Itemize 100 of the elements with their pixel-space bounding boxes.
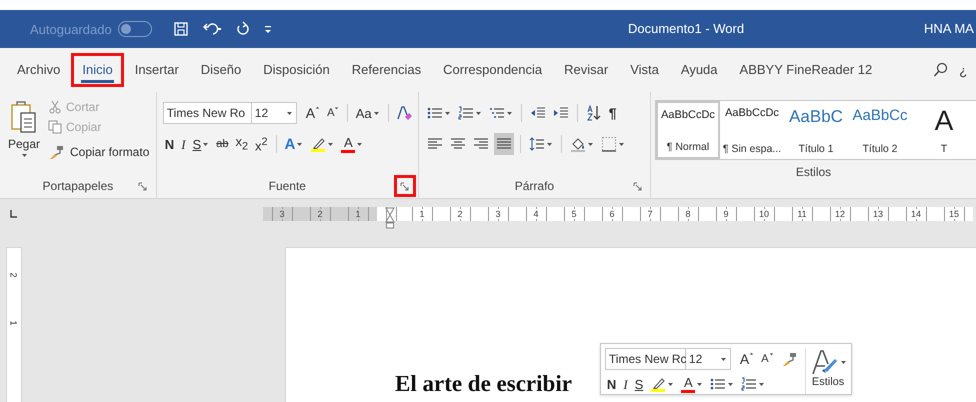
style-option[interactable]: AaBbCc Título 2: [848, 101, 912, 159]
autosave-label: Autoguardado: [30, 22, 112, 36]
paint-bucket-icon: [570, 136, 586, 152]
justify-button[interactable]: [494, 133, 514, 155]
tab-selector-button[interactable]: [8, 209, 18, 219]
caret-icon: [840, 359, 847, 365]
ruler-number: 3: [493, 209, 502, 219]
text-effects-button[interactable]: A: [282, 133, 306, 155]
ruler-number: 1: [353, 209, 362, 219]
align-left-icon: [426, 137, 443, 151]
group-label: Portapapeles: [42, 179, 114, 193]
italic-button[interactable]: I: [179, 133, 188, 155]
numbered-list-icon: [458, 106, 474, 120]
ribbon-tab[interactable]: Archivo: [6, 53, 72, 87]
search-button[interactable]: [933, 62, 950, 78]
ruler-number: 15: [946, 209, 961, 219]
style-option[interactable]: AaBbCcDc ¶ Sin espa...: [720, 101, 784, 159]
styles-icon: [810, 348, 840, 376]
ribbon-tab[interactable]: Diseño: [190, 53, 252, 87]
underline-button[interactable]: S: [190, 133, 212, 155]
styles-button[interactable]: Estilos: [804, 348, 847, 394]
redo-icon: [234, 21, 251, 37]
paintbrush-icon: [780, 351, 799, 367]
launcher-icon: [632, 182, 642, 190]
indent-icon: [552, 106, 569, 120]
search-icon: [933, 62, 950, 78]
ribbon-tab[interactable]: Vista: [619, 53, 670, 87]
eraser-icon: [396, 105, 412, 121]
subscript-button[interactable]: x$_{2}$: [233, 133, 250, 155]
shrink-font-button[interactable]: A: [759, 349, 776, 369]
caret-icon: [334, 106, 340, 110]
ruler-number: 8: [683, 209, 692, 219]
grow-font-button[interactable]: A: [304, 102, 322, 124]
align-center-icon: [450, 137, 466, 151]
launcher-icon: [400, 182, 410, 190]
justify-icon: [496, 137, 512, 151]
ruler-number: 9: [721, 209, 730, 219]
ribbon-tab[interactable]: Correspondencia: [432, 53, 554, 87]
line-spacing-icon: [528, 137, 545, 151]
grow-font-button[interactable]: A: [738, 349, 756, 369]
format-painter-button[interactable]: Copiar formato: [48, 144, 150, 160]
ruler-number: 7: [645, 209, 654, 219]
bold-button[interactable]: N: [162, 133, 176, 155]
underline-button[interactable]: S: [632, 374, 646, 394]
bullet-list-icon: [710, 377, 726, 391]
group-label: Párrafo: [514, 179, 554, 193]
bullet-list-icon: [426, 106, 443, 120]
font-color-button[interactable]: A: [339, 133, 366, 155]
border-icon: [600, 136, 617, 152]
group-label: Estilos: [796, 165, 832, 179]
align-right-icon: [472, 137, 489, 151]
paste-button[interactable]: Pegar: [4, 98, 44, 174]
shrink-font-button[interactable]: A: [325, 102, 342, 124]
ribbon-tab[interactable]: Referencias: [340, 53, 432, 87]
ribbon-tab[interactable]: Disposición: [252, 53, 341, 87]
ruler-number: 2: [315, 209, 324, 219]
caret-icon: [315, 106, 320, 110]
ruler-number: 5: [569, 209, 578, 219]
sort-icon: [586, 105, 602, 121]
ribbon-tab[interactable]: Ayuda: [670, 53, 729, 87]
ribbon-tab[interactable]: Insertar: [124, 53, 190, 87]
ruler-number: 11: [795, 209, 809, 219]
autosave-toggle[interactable]: [118, 21, 152, 37]
ruler-number: 10: [756, 209, 771, 219]
font-color-button[interactable]: A: [679, 374, 706, 394]
style-option[interactable]: A T: [912, 101, 976, 159]
strikethrough-button[interactable]: ab: [214, 133, 230, 155]
tab-stop-icon: [8, 209, 18, 219]
scissors-icon: [48, 100, 62, 114]
ribbon-tab[interactable]: ABBYY FineReader 12: [728, 53, 884, 87]
window-title: Documento1 - Word: [628, 21, 744, 36]
user-name: HNA MA: [924, 21, 974, 36]
copy-icon: [48, 120, 62, 134]
ruler-number: 3: [277, 209, 286, 219]
style-option[interactable]: AaBbCcDc ¶ Normal: [656, 101, 720, 159]
ruler-number: 2: [455, 209, 464, 219]
save-icon: [172, 21, 189, 37]
launcher-icon: [138, 182, 148, 190]
tell-me-text: ¿: [959, 62, 968, 78]
ruler-number: 1: [417, 209, 426, 219]
ribbon-tab[interactable]: Revisar: [553, 53, 620, 87]
dialog-launcher-button[interactable]: [394, 175, 416, 197]
undo-icon: [200, 21, 223, 37]
ruler-number: 6: [607, 209, 616, 219]
bold-button[interactable]: N: [604, 374, 618, 394]
superscript-button[interactable]: x$^{2}$: [252, 133, 270, 155]
ruler-number: 2: [9, 272, 19, 278]
ruler-number: 4: [531, 209, 540, 219]
show-marks-button[interactable]: ¶: [606, 102, 619, 124]
caret-icon: [749, 352, 754, 356]
caret-icon: [768, 352, 774, 356]
ribbon-tab[interactable]: Inicio: [71, 53, 124, 87]
style-option[interactable]: AaBbC Título 1: [784, 101, 848, 159]
ruler-number: 14: [908, 209, 923, 219]
caret-icon: [20, 152, 28, 158]
multilevel-list-icon: [488, 106, 505, 120]
paintbrush-icon: [48, 144, 66, 160]
italic-button[interactable]: I: [621, 374, 630, 394]
change-case-button[interactable]: Aa: [354, 102, 382, 124]
group-label: Fuente: [268, 179, 306, 193]
